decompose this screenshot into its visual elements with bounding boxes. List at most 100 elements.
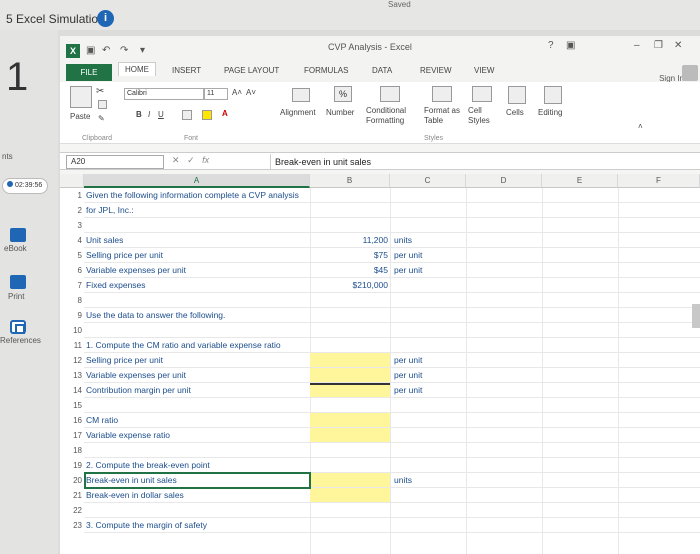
row-number[interactable]: 18 — [68, 443, 82, 458]
cell-a[interactable]: CM ratio — [86, 413, 118, 428]
cell-b[interactable] — [310, 503, 388, 518]
cell-b[interactable] — [310, 488, 388, 503]
format-as-table-button[interactable]: Format as Table — [424, 106, 466, 126]
borders-icon[interactable] — [182, 110, 192, 120]
column-header-d[interactable]: D — [466, 174, 542, 188]
column-header-b[interactable]: B — [310, 174, 390, 188]
cell-b[interactable] — [310, 338, 388, 353]
selected-cell-a20[interactable] — [84, 472, 311, 489]
cell-a[interactable]: Variable expenses per unit — [86, 263, 186, 278]
cell-a[interactable]: Use the data to answer the following. — [86, 308, 225, 323]
enter-icon[interactable]: ✓ — [187, 155, 195, 165]
select-all-corner[interactable] — [60, 174, 84, 188]
tab-review[interactable]: REVIEW — [420, 66, 452, 75]
row-number[interactable]: 23 — [68, 518, 82, 533]
row-number[interactable]: 5 — [68, 248, 82, 263]
format-painter-icon[interactable]: ✎ — [98, 114, 105, 123]
editing-icon[interactable] — [544, 86, 562, 104]
cell-a[interactable]: Variable expense ratio — [86, 428, 170, 443]
close-icon[interactable]: ✕ — [674, 40, 682, 51]
undo-icon[interactable]: ↶ — [102, 45, 110, 56]
cell-b[interactable] — [310, 383, 388, 398]
ribbon-display-icon[interactable]: ▣ — [566, 40, 575, 51]
row-number[interactable]: 10 — [68, 323, 82, 338]
row-number[interactable]: 9 — [68, 308, 82, 323]
cell-b[interactable] — [310, 218, 388, 233]
cell-styles-button[interactable]: Cell Styles — [468, 106, 500, 126]
cell-b[interactable] — [310, 458, 388, 473]
help-icon[interactable]: ? — [548, 40, 554, 51]
cell-a[interactable]: Selling price per unit — [86, 353, 163, 368]
sidebar-item-ebook[interactable]: eBook — [4, 244, 27, 253]
insert-function-icon[interactable]: fx — [202, 155, 209, 165]
cell-styles-icon[interactable] — [472, 86, 492, 102]
cell-a[interactable]: Variable expenses per unit — [86, 368, 186, 383]
column-header-a[interactable]: A — [84, 174, 310, 188]
cell-b[interactable] — [310, 188, 388, 203]
column-header-f[interactable]: F — [618, 174, 700, 188]
cell-c[interactable]: per unit — [394, 368, 422, 383]
cell-b[interactable] — [310, 203, 388, 218]
font-color-icon[interactable]: A — [222, 109, 228, 118]
cell-a[interactable]: Selling price per unit — [86, 248, 163, 263]
customize-toolbar-icon[interactable]: ▾ — [140, 45, 145, 56]
redo-icon[interactable]: ↷ — [120, 45, 128, 56]
cell-b[interactable]: $45 — [310, 263, 388, 278]
row-number[interactable]: 17 — [68, 428, 82, 443]
tab-page-layout[interactable]: PAGE LAYOUT — [224, 66, 279, 75]
cell-b[interactable] — [310, 443, 388, 458]
row-number[interactable]: 6 — [68, 263, 82, 278]
cell-b[interactable] — [310, 413, 388, 428]
row-number[interactable]: 15 — [68, 398, 82, 413]
avatar[interactable] — [682, 65, 698, 81]
row-number[interactable]: 7 — [68, 278, 82, 293]
column-header-c[interactable]: C — [390, 174, 466, 188]
cell-a[interactable]: for JPL, Inc.: — [86, 203, 134, 218]
row-number[interactable]: 1 — [68, 188, 82, 203]
cell-b[interactable] — [310, 398, 388, 413]
ebook-icon[interactable] — [10, 228, 26, 242]
font-size-select[interactable]: 11 — [204, 88, 228, 100]
italic-button[interactable]: I — [148, 110, 150, 119]
increase-font-icon[interactable]: A˄ — [232, 88, 242, 97]
cell-a[interactable]: Given the following information complete… — [86, 188, 299, 203]
cell-c[interactable]: per unit — [394, 353, 422, 368]
paste-button[interactable]: Paste — [70, 112, 90, 121]
tab-insert[interactable]: INSERT — [172, 66, 201, 75]
row-number[interactable]: 8 — [68, 293, 82, 308]
cell-b[interactable]: $75 — [310, 248, 388, 263]
paste-icon[interactable] — [70, 86, 92, 108]
vertical-scrollbar[interactable] — [692, 304, 700, 328]
cell-b[interactable] — [310, 323, 388, 338]
row-number[interactable]: 2 — [68, 203, 82, 218]
decrease-font-icon[interactable]: A˅ — [246, 88, 256, 97]
row-number[interactable]: 22 — [68, 503, 82, 518]
cut-icon[interactable]: ✂ — [96, 86, 104, 97]
cell-c[interactable]: per unit — [394, 263, 422, 278]
formula-input[interactable]: Break-even in unit sales — [270, 154, 698, 170]
save-icon[interactable]: ▣ — [86, 45, 95, 56]
sidebar-item-references[interactable]: References — [0, 336, 41, 345]
row-number[interactable]: 21 — [68, 488, 82, 503]
cell-a[interactable]: 3. Compute the margin of safety — [86, 518, 207, 533]
underline-button[interactable]: U — [158, 110, 164, 119]
conditional-formatting-button[interactable]: Conditional Formatting — [366, 106, 422, 126]
cancel-icon[interactable]: ✕ — [172, 155, 180, 165]
info-icon[interactable]: i — [97, 10, 114, 27]
cell-a[interactable]: 2. Compute the break-even point — [86, 458, 210, 473]
sidebar-item-print[interactable]: Print — [8, 292, 24, 301]
alignment-button[interactable]: Alignment — [280, 108, 316, 117]
font-name-select[interactable]: Calibri — [124, 88, 204, 100]
conditional-formatting-icon[interactable] — [380, 86, 400, 102]
cell-b[interactable] — [310, 518, 388, 533]
cell-a[interactable]: Fixed expenses — [86, 278, 146, 293]
row-number[interactable]: 19 — [68, 458, 82, 473]
cells-button[interactable]: Cells — [506, 108, 524, 117]
row-number[interactable]: 16 — [68, 413, 82, 428]
cell-b[interactable] — [310, 353, 388, 368]
cell-b[interactable]: $210,000 — [310, 278, 388, 293]
cell-c[interactable]: units — [394, 233, 412, 248]
row-number[interactable]: 14 — [68, 383, 82, 398]
cell-b[interactable] — [310, 473, 388, 488]
tab-home[interactable]: HOME — [118, 62, 156, 76]
